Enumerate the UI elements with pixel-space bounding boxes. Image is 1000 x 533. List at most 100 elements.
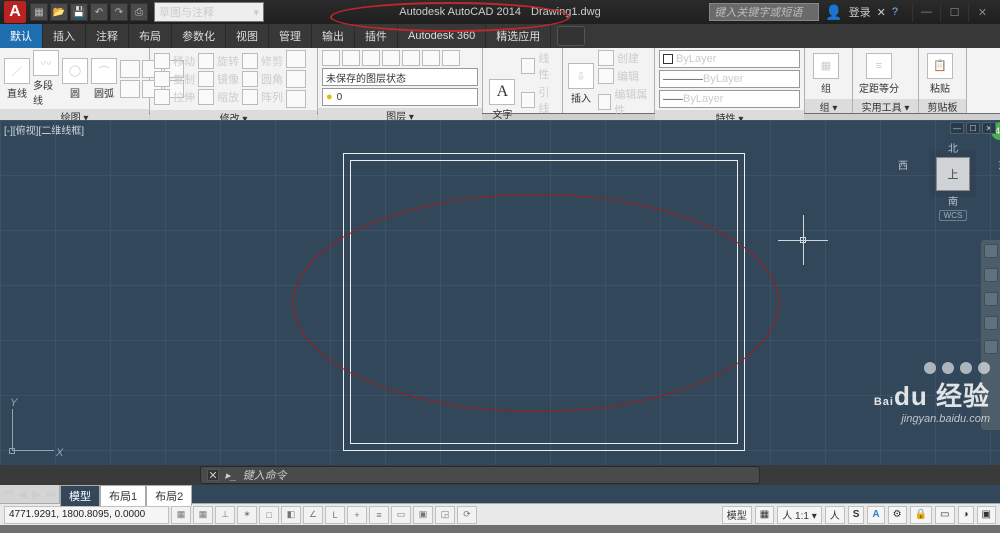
otrack-toggle[interactable]: ∠	[303, 506, 323, 524]
color-dropdown[interactable]: ByLayer	[659, 50, 800, 68]
tab-plugins[interactable]: 插件	[355, 24, 398, 48]
drawing-canvas[interactable]: 44 [-][俯视][二维线框] — ☐ ✕ /* grid generated…	[0, 120, 1000, 465]
trim-button[interactable]: 修剪	[242, 53, 283, 69]
viewcube-west[interactable]: 西	[898, 157, 908, 191]
ribbon-minimize-icon[interactable]	[557, 26, 585, 46]
tab-parametric[interactable]: 参数化	[172, 24, 226, 48]
tab-layout1[interactable]: 布局1	[100, 485, 146, 506]
arc-button[interactable]: ⌒圆弧	[91, 58, 117, 100]
status-ws-icon[interactable]: ⚙	[888, 506, 907, 524]
qat-redo-icon[interactable]: ↷	[110, 3, 128, 21]
tpy-toggle[interactable]: ▭	[391, 506, 411, 524]
array-button[interactable]: 阵列	[242, 89, 283, 105]
app-menu-icon[interactable]: A	[4, 1, 26, 23]
help-icon[interactable]: ?	[892, 6, 898, 18]
move-button[interactable]: 移动	[154, 53, 195, 69]
snap-toggle[interactable]: ▦	[171, 506, 191, 524]
viewport-min-icon[interactable]: —	[950, 122, 964, 134]
viewcube-north[interactable]: 北	[948, 140, 958, 155]
nav-zoom-icon[interactable]	[984, 292, 998, 306]
status-orange-icon[interactable]: S	[848, 506, 865, 524]
stretch-button[interactable]: 拉伸	[154, 89, 195, 105]
viewport-label[interactable]: [-][俯视][二维线框]	[4, 122, 84, 137]
tab-featured[interactable]: 精选应用	[486, 24, 551, 48]
edit-block-button[interactable]: 编辑	[598, 68, 650, 84]
annoscale-icon[interactable]: 人 1:1 ▾	[777, 506, 821, 524]
polyline-button[interactable]: 〰多段线	[33, 50, 59, 107]
help-search-input[interactable]: 键入关键字或短语	[709, 3, 819, 21]
scale-button[interactable]: 缩放	[198, 89, 239, 105]
viewport-close-icon[interactable]: ✕	[982, 122, 996, 134]
coordinates-readout[interactable]: 4771.9291, 1800.8095, 0.0000	[4, 506, 169, 524]
minimize-icon[interactable]: —	[912, 2, 940, 22]
cmd-close-icon[interactable]: ✕	[207, 469, 219, 481]
lineweight-dropdown[interactable]: —— ByLayer	[659, 90, 800, 108]
circle-button[interactable]: ◯圆	[62, 58, 88, 100]
panel-title-clipboard[interactable]: 剪贴板	[919, 99, 966, 113]
qat-open-icon[interactable]: 📂	[50, 3, 68, 21]
command-input[interactable]: ✕ ▸_ 键入命令	[200, 466, 760, 484]
layer-dropdown[interactable]: ●0	[322, 88, 478, 106]
annovis-icon[interactable]: 人	[825, 506, 845, 524]
leader-button[interactable]: 引线	[521, 84, 558, 116]
login-icon[interactable]: 👤	[825, 4, 842, 21]
layer-state-dropdown[interactable]: 未保存的图层状态	[322, 68, 478, 86]
line-button[interactable]: ／直线	[4, 58, 30, 100]
fillet-button[interactable]: 圆角	[242, 71, 283, 87]
linear-dim-button[interactable]: 线性	[521, 50, 558, 82]
ortho-toggle[interactable]: ⊥	[215, 506, 235, 524]
tab-default[interactable]: 默认	[0, 24, 43, 48]
panel-title-utilities[interactable]: 实用工具 ▾	[853, 99, 918, 113]
sc-toggle[interactable]: ◲	[435, 506, 455, 524]
viewport-max-icon[interactable]: ☐	[966, 122, 980, 134]
maximize-icon[interactable]: ☐	[940, 2, 968, 22]
status-hardware-icon[interactable]: ▭	[935, 506, 954, 524]
qat-new-icon[interactable]: ▦	[30, 3, 48, 21]
status-isolate-icon[interactable]: ◑	[958, 506, 974, 524]
close-icon[interactable]: ✕	[968, 2, 996, 22]
osnap-toggle[interactable]: □	[259, 506, 279, 524]
grid-toggle[interactable]: ▦	[193, 506, 213, 524]
paste-button[interactable]: 📋粘贴	[923, 53, 957, 95]
nav-pan-icon[interactable]	[984, 268, 998, 282]
status-lock-icon[interactable]: 🔒	[910, 506, 932, 524]
mirror-button[interactable]: 镜像	[198, 71, 239, 87]
copy-button[interactable]: 复制	[154, 71, 195, 87]
edit-attr-button[interactable]: 编辑属性	[598, 86, 650, 118]
ducs-toggle[interactable]: L	[325, 506, 345, 524]
status-A-button[interactable]: A	[867, 506, 884, 524]
qat-undo-icon[interactable]: ↶	[90, 3, 108, 21]
panel-title-group[interactable]: 组 ▾	[805, 99, 852, 113]
measure-button[interactable]: ≡定距等分	[857, 53, 901, 95]
tab-layout[interactable]: 布局	[129, 24, 172, 48]
tab-view[interactable]: 视图	[226, 24, 269, 48]
wcs-badge[interactable]: WCS	[939, 210, 967, 221]
layout-tab-nav[interactable]: ⏮◀▶⏭	[0, 485, 60, 503]
lwt-toggle[interactable]: ≡	[369, 506, 389, 524]
tab-output[interactable]: 输出	[312, 24, 355, 48]
tab-annotate[interactable]: 注释	[86, 24, 129, 48]
exchange-icon[interactable]: ✕	[877, 6, 886, 19]
nav-wheel-icon[interactable]	[984, 244, 998, 258]
nav-showmotion-icon[interactable]	[984, 340, 998, 354]
workspace-dropdown[interactable]: 草图与注释 ▾	[154, 2, 264, 22]
viewcube-south[interactable]: 南	[948, 193, 958, 208]
qp-toggle[interactable]: ▣	[413, 506, 433, 524]
status-grid-icon[interactable]: ▦	[755, 506, 774, 524]
tab-model[interactable]: 模型	[60, 485, 100, 506]
tab-layout2[interactable]: 布局2	[146, 485, 192, 506]
tab-insert[interactable]: 插入	[43, 24, 86, 48]
tab-manage[interactable]: 管理	[269, 24, 312, 48]
group-button[interactable]: ▦组	[809, 53, 843, 95]
am-toggle[interactable]: ⟳	[457, 506, 477, 524]
view-cube[interactable]: 北 西 上 东 南 WCS	[918, 140, 988, 220]
status-clean-icon[interactable]: ▣	[977, 506, 996, 524]
tab-autodesk360[interactable]: Autodesk 360	[398, 24, 486, 48]
3dosnap-toggle[interactable]: ◧	[281, 506, 301, 524]
linetype-dropdown[interactable]: ———— ByLayer	[659, 70, 800, 88]
rotate-button[interactable]: 旋转	[198, 53, 239, 69]
qat-save-icon[interactable]: 💾	[70, 3, 88, 21]
dyn-toggle[interactable]: +	[347, 506, 367, 524]
qat-print-icon[interactable]: ⎙	[130, 3, 148, 21]
nav-orbit-icon[interactable]	[984, 316, 998, 330]
